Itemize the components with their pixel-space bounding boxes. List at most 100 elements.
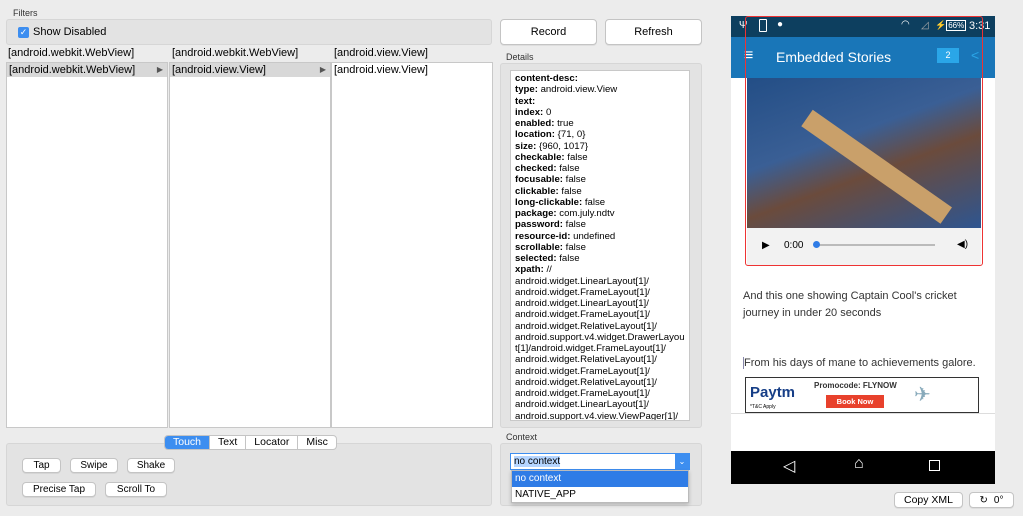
selection-highlight <box>745 16 983 266</box>
chevron-right-icon: ▶ <box>156 65 163 74</box>
copy-xml-button[interactable]: Copy XML <box>894 492 963 508</box>
detail-line: index: 0 <box>515 107 685 118</box>
tab-text[interactable]: Text <box>210 436 247 449</box>
detail-value: false <box>565 219 586 231</box>
column-header-3: [android.view.View] <box>334 47 428 59</box>
detail-key: clickable: <box>515 185 559 197</box>
filters-label: Filters <box>13 8 38 18</box>
detail-key: long-clickable: <box>515 196 583 208</box>
detail-line: checkable: false <box>515 152 685 163</box>
ad-terms: *T&C Apply <box>750 404 776 410</box>
detail-line: long-clickable: false <box>515 197 685 208</box>
detail-key: scrollable: <box>515 241 563 253</box>
device-screenshot[interactable]: Ψ ● ◠ ◿ ⚡ 66% 3:31 ≡ Embedded Stories 2 <… <box>731 16 995 484</box>
tab-touch[interactable]: Touch <box>165 436 211 449</box>
detail-key: content-desc: <box>515 73 578 84</box>
detail-value: false <box>584 196 606 208</box>
rotate-icon: ↻ <box>979 494 988 506</box>
detail-key: selected: <box>515 253 557 264</box>
detail-line: scrollable: false <box>515 242 685 253</box>
xpath-line: t[1]/android.widget.FrameLayout[1]/ <box>515 343 666 354</box>
detail-value: false <box>565 174 586 186</box>
tree-item-label: [android.view.View] <box>172 64 266 76</box>
hierarchy-column-1[interactable]: [android.webkit.WebView] ▶ <box>6 62 168 428</box>
tree-item[interactable]: [android.view.View] ▶ <box>170 63 330 77</box>
tree-item[interactable]: [android.webkit.WebView] ▶ <box>7 63 167 77</box>
detail-line: password: false <box>515 219 685 230</box>
scroll-to-button[interactable]: Scroll To <box>105 482 167 497</box>
xpath-line: android.widget.LinearLayout[1]/ <box>515 399 649 411</box>
tree-item-label: [android.webkit.WebView] <box>9 64 136 76</box>
detail-line: content-desc: <box>515 73 685 84</box>
shake-button[interactable]: Shake <box>127 458 175 473</box>
context-option[interactable]: no context <box>512 471 688 487</box>
xpath-line: android.widget.RelativeLayout[1]/ <box>515 354 657 366</box>
action-tabs: Touch Text Locator Misc <box>164 435 337 450</box>
xpath-line: android.widget.FrameLayout[1]/ <box>515 309 650 321</box>
record-button[interactable]: Record <box>500 19 597 45</box>
swipe-button[interactable]: Swipe <box>70 458 118 473</box>
airplane-icon: ✈ <box>914 384 931 406</box>
details-label: Details <box>506 52 534 62</box>
context-select-value: no context <box>514 456 561 467</box>
xpath-line: android.support.v4.widget.DrawerLayou <box>515 331 685 343</box>
column-header-1: [android.webkit.WebView] <box>8 47 135 59</box>
ad-promo: Promocode: FLYNOW <box>814 381 897 390</box>
xpath-line: android.widget.RelativeLayout[1]/ <box>515 376 657 388</box>
xpath-line: android.widget.RelativeLayout[1]/ <box>515 320 657 332</box>
detail-value: undefined <box>573 230 616 242</box>
detail-key: type: <box>515 84 538 96</box>
detail-value: {960, 1017} <box>539 140 589 152</box>
detail-value: com.july.ndtv <box>559 208 615 219</box>
show-disabled-checkbox[interactable]: ✓ Show Disabled <box>18 26 106 38</box>
home-icon[interactable]: ⌂ <box>854 455 864 473</box>
detail-value: false <box>561 185 582 197</box>
detail-key: xpath: <box>515 264 544 276</box>
rotation-value: 0° <box>993 494 1004 506</box>
details-text[interactable]: content-desc: type: android.view.View tex… <box>510 70 690 421</box>
tab-locator[interactable]: Locator <box>246 436 299 449</box>
detail-key: checked: <box>515 163 557 174</box>
chevron-right-icon: ▶ <box>319 65 326 74</box>
tree-item-label: [android.view.View] <box>334 64 428 76</box>
detail-key: index: <box>515 106 544 118</box>
tab-misc[interactable]: Misc <box>298 436 336 449</box>
detail-value: {71, 0} <box>557 129 586 141</box>
show-disabled-label: Show Disabled <box>33 26 107 38</box>
ad-brand: Paytm <box>750 384 796 401</box>
filters-group: ✓ Show Disabled <box>6 19 492 45</box>
ad-banner[interactable]: Paytm *T&C Apply Promocode: FLYNOW Book … <box>745 377 979 413</box>
detail-value: false <box>567 151 588 163</box>
tree-item[interactable]: [android.view.View] <box>332 63 492 77</box>
detail-value: false <box>565 241 586 253</box>
detail-key: enabled: <box>515 118 555 129</box>
rotate-button[interactable]: ↻ 0° <box>969 492 1014 508</box>
hierarchy-column-2[interactable]: [android.view.View] ▶ <box>169 62 331 428</box>
hierarchy-column-3[interactable]: [android.view.View] <box>331 62 493 428</box>
detail-line: size: {960, 1017} <box>515 141 685 152</box>
divider <box>731 413 995 414</box>
checkbox-checked-icon: ✓ <box>18 26 29 38</box>
detail-line: text: <box>515 96 685 107</box>
detail-line: type: android.view.View <box>515 84 685 95</box>
detail-value: // <box>546 264 552 276</box>
tap-button[interactable]: Tap <box>22 458 61 473</box>
context-dropdown: no context NATIVE_APP <box>511 470 689 503</box>
detail-key: focusable: <box>515 174 563 186</box>
detail-key: resource-id: <box>515 230 571 242</box>
precise-tap-button[interactable]: Precise Tap <box>22 482 96 497</box>
xpath-line: android.widget.FrameLayout[1]/ <box>515 286 650 298</box>
detail-key: size: <box>515 140 537 152</box>
xpath-line: android.widget.FrameLayout[1]/ <box>515 365 650 377</box>
context-option[interactable]: NATIVE_APP <box>512 487 688 503</box>
detail-value: true <box>557 118 574 129</box>
recents-icon[interactable] <box>929 460 940 471</box>
detail-key: checkable: <box>515 151 565 163</box>
article-paragraph: And this one showing Captain Cool's cric… <box>743 290 957 319</box>
refresh-button[interactable]: Refresh <box>605 19 702 45</box>
xpath-line: android.widget.LinearLayout[1]/ <box>515 298 649 309</box>
column-header-2: [android.webkit.WebView] <box>172 47 299 59</box>
article-paragraph: From his days of mane to achievements ga… <box>743 357 993 369</box>
back-icon[interactable]: ◁ <box>783 456 795 476</box>
context-select[interactable]: no context ⌄ <box>510 453 690 470</box>
